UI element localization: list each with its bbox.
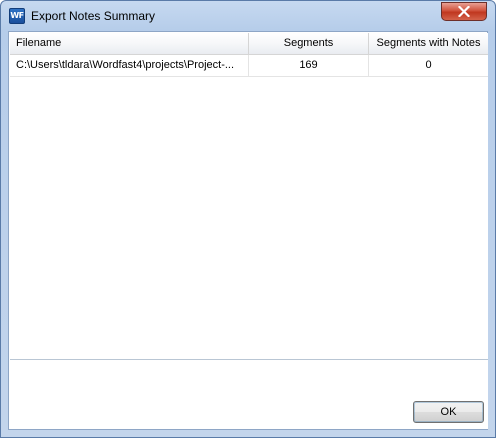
- dialog-content: Filename Segments Segments with Notes C:…: [8, 31, 488, 430]
- grid-header: Filename Segments Segments with Notes: [10, 33, 488, 55]
- ok-button[interactable]: OK: [413, 401, 484, 423]
- dialog-window: WF Export Notes Summary Filename Segment…: [0, 0, 496, 438]
- notes-summary-grid: Filename Segments Segments with Notes C:…: [10, 33, 488, 360]
- close-button[interactable]: [441, 2, 487, 21]
- cell-filename: C:\Users\tldara\Wordfast4\projects\Proje…: [10, 55, 249, 76]
- window-title: Export Notes Summary: [31, 9, 156, 23]
- close-icon: [458, 6, 470, 17]
- cell-segments: 169: [249, 55, 369, 76]
- column-header-segments-with-notes[interactable]: Segments with Notes: [369, 33, 488, 54]
- wordfast-app-icon: WF: [9, 8, 25, 24]
- title-bar[interactable]: WF Export Notes Summary: [1, 1, 495, 31]
- cell-segments-with-notes: 0: [425, 59, 432, 71]
- dialog-footer: OK: [10, 360, 488, 429]
- column-header-filename[interactable]: Filename: [10, 33, 249, 54]
- table-row[interactable]: C:\Users\tldara\Wordfast4\projects\Proje…: [10, 55, 488, 77]
- column-header-segments[interactable]: Segments: [249, 33, 369, 54]
